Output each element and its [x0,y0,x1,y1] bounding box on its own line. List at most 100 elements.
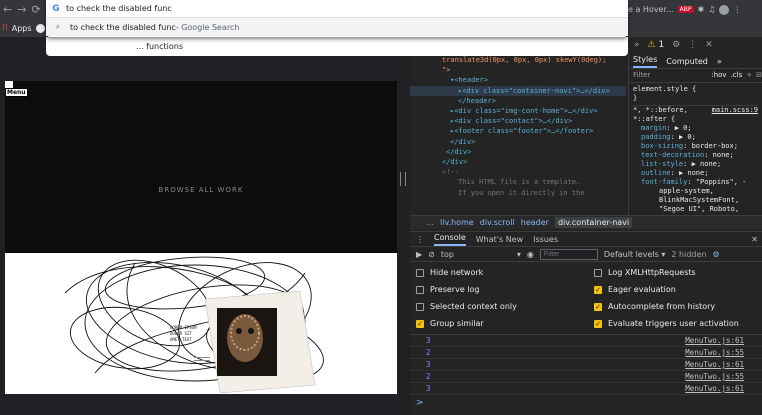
style-property[interactable]: outline: ▶ none; [633,169,758,178]
element-line[interactable]: translate3d(0px, 0px, 0px) skewY(0deg); [442,55,626,65]
element-line[interactable]: ▸<div class="img-cont-home">…</div> [442,106,626,116]
gear-icon[interactable]: ⚙ [672,40,680,50]
setting-row[interactable]: Log XMLHttpRequests [594,264,739,281]
panel-splitter[interactable] [400,172,406,186]
suggestion-row[interactable]: ⌕ to check the disabled func - Google Se… [46,18,628,36]
element-line[interactable]: </div> [442,147,626,157]
menu-button[interactable]: Menu [5,88,28,97]
checkbox[interactable] [594,268,602,277]
rule-selector[interactable]: *, *::before, [633,106,688,115]
property-value[interactable]: border-box; [692,142,738,150]
styles-filter-input[interactable]: Filter [633,71,707,80]
forward-arrow-icon[interactable]: → [17,3,26,16]
property-name[interactable]: text-decoration [641,151,704,159]
element-line[interactable]: If you open it directly in the [442,188,626,198]
setting-row[interactable]: ✓ Evaluate triggers user activation [594,315,739,332]
console-settings-icon[interactable]: ⚙ [712,250,719,259]
property-value[interactable]: "Poppins", - [696,178,747,186]
property-value[interactable]: ▶ 0; [675,124,692,132]
element-line[interactable]: </header> [442,96,626,106]
property-value[interactable]: none; [713,151,734,159]
browse-all-work-link[interactable]: BROWSE ALL WORK [5,186,397,194]
omnibox-query[interactable]: to check the disabled func [66,4,172,13]
crumb-item[interactable]: div.scroll [480,218,515,227]
github-icon[interactable] [35,23,45,33]
property-name[interactable]: box-sizing [641,142,683,150]
style-property[interactable]: padding: ▶ 0; [633,133,758,142]
property-name[interactable]: font-family [641,178,687,186]
checkbox[interactable]: ✓ [416,319,424,328]
dropdown-arrow-icon[interactable]: ▾ [517,250,521,259]
drawer-menu-icon[interactable]: ⋮ [416,235,424,244]
close-icon[interactable]: ✕ [705,40,713,50]
sidebar-toggle-icon[interactable]: ⊟ [756,71,762,80]
music-icon[interactable]: ♫ [708,5,715,14]
tab-whats-new[interactable]: What's New [476,235,523,244]
property-value[interactable]: ▶ none; [679,169,709,177]
crumb-item-current[interactable]: div.container-navi [554,217,633,228]
setting-row[interactable]: Preserve log [416,281,594,298]
source-link[interactable]: MenuTwo.js:55 [685,348,744,357]
warning-badge[interactable]: ⚠ 1 [648,40,665,50]
crumb-ellipsis[interactable]: … [426,218,434,227]
style-property[interactable]: font-family: "Poppins", - [633,178,758,187]
setting-row[interactable]: ✓ Autocomplete from history [594,298,739,315]
element-line[interactable]: </div> [442,157,626,167]
levels-select[interactable]: Default levels ▾ [604,250,666,259]
style-property[interactable]: text-decoration: none; [633,151,758,160]
setting-row[interactable]: Selected context only [416,298,594,315]
source-link[interactable]: MenuTwo.js:61 [685,384,744,393]
element-style-selector[interactable]: element.style { [633,85,758,94]
checkbox[interactable] [416,302,424,311]
kebab-icon[interactable]: ⋮ [688,40,697,50]
tab-issues[interactable]: Issues [533,235,558,244]
console-filter-input[interactable] [539,248,598,260]
console-prompt[interactable]: > [416,398,424,408]
close-drawer-icon[interactable]: ✕ [751,235,758,244]
tab-computed[interactable]: Computed [666,57,708,66]
cls-toggle[interactable]: .cls [731,71,743,80]
more-tabs-icon[interactable]: » [634,40,640,50]
hov-toggle[interactable]: :hov [711,71,726,80]
checkbox[interactable] [416,285,424,294]
checkbox[interactable]: ✓ [594,285,602,294]
crumb-item[interactable]: header [521,218,549,227]
element-line-selected[interactable]: ▸<div class="container-navi">…</div> [410,85,626,96]
rule-source-link[interactable]: main.scss:9 [712,106,758,115]
crumb-item[interactable]: liv.home [440,218,474,227]
sidebar-icon[interactable]: ▶ [416,250,422,259]
checkbox[interactable]: ✓ [594,302,602,311]
property-name[interactable]: outline [641,169,671,177]
hover-extension-label[interactable]: e a Hover... [628,5,674,14]
element-line[interactable]: <!-- [442,167,626,177]
apps-grid-icon[interactable]: ⁞⁞ [2,23,8,33]
element-line[interactable]: </div> [442,137,626,147]
element-line[interactable]: "> [442,65,626,75]
source-link[interactable]: MenuTwo.js:61 [685,336,744,345]
element-line[interactable]: ▸<div class="contact">…</div> [442,116,626,126]
checkbox[interactable]: ✓ [594,319,602,328]
element-line[interactable]: ▾<header> [442,75,626,85]
context-select[interactable]: top [441,250,511,259]
tab-styles[interactable]: Styles [633,55,658,68]
element-line[interactable]: This HTML file is a template. [442,177,626,187]
eye-icon[interactable]: ◉ [527,250,534,259]
avatar[interactable] [719,4,730,15]
source-link[interactable]: MenuTwo.js:55 [685,372,744,381]
property-name[interactable]: list-style [641,160,683,168]
property-name[interactable]: margin [641,124,666,132]
setting-row[interactable]: ✓ Eager evaluation [594,281,739,298]
rule-selector-2[interactable]: *::after { [633,115,758,124]
style-property[interactable]: margin: ▶ 0; [633,124,758,133]
tab-console[interactable]: Console [434,233,466,246]
element-line[interactable]: ▸<footer class="footer">…</footer> [442,126,626,136]
checkbox[interactable] [416,268,424,277]
more-tabs-icon[interactable]: » [717,57,722,66]
menu-kebab-icon[interactable]: ⋮ [733,5,741,14]
omnibox-input-row[interactable]: G to check the disabled func [46,0,628,18]
property-value[interactable]: ▶ none; [692,160,722,168]
style-property[interactable]: list-style: ▶ none; [633,160,758,169]
puzzle-icon[interactable]: ✱ [698,5,705,14]
setting-row[interactable]: Hide network [416,264,594,281]
resize-handle[interactable] [194,357,210,361]
